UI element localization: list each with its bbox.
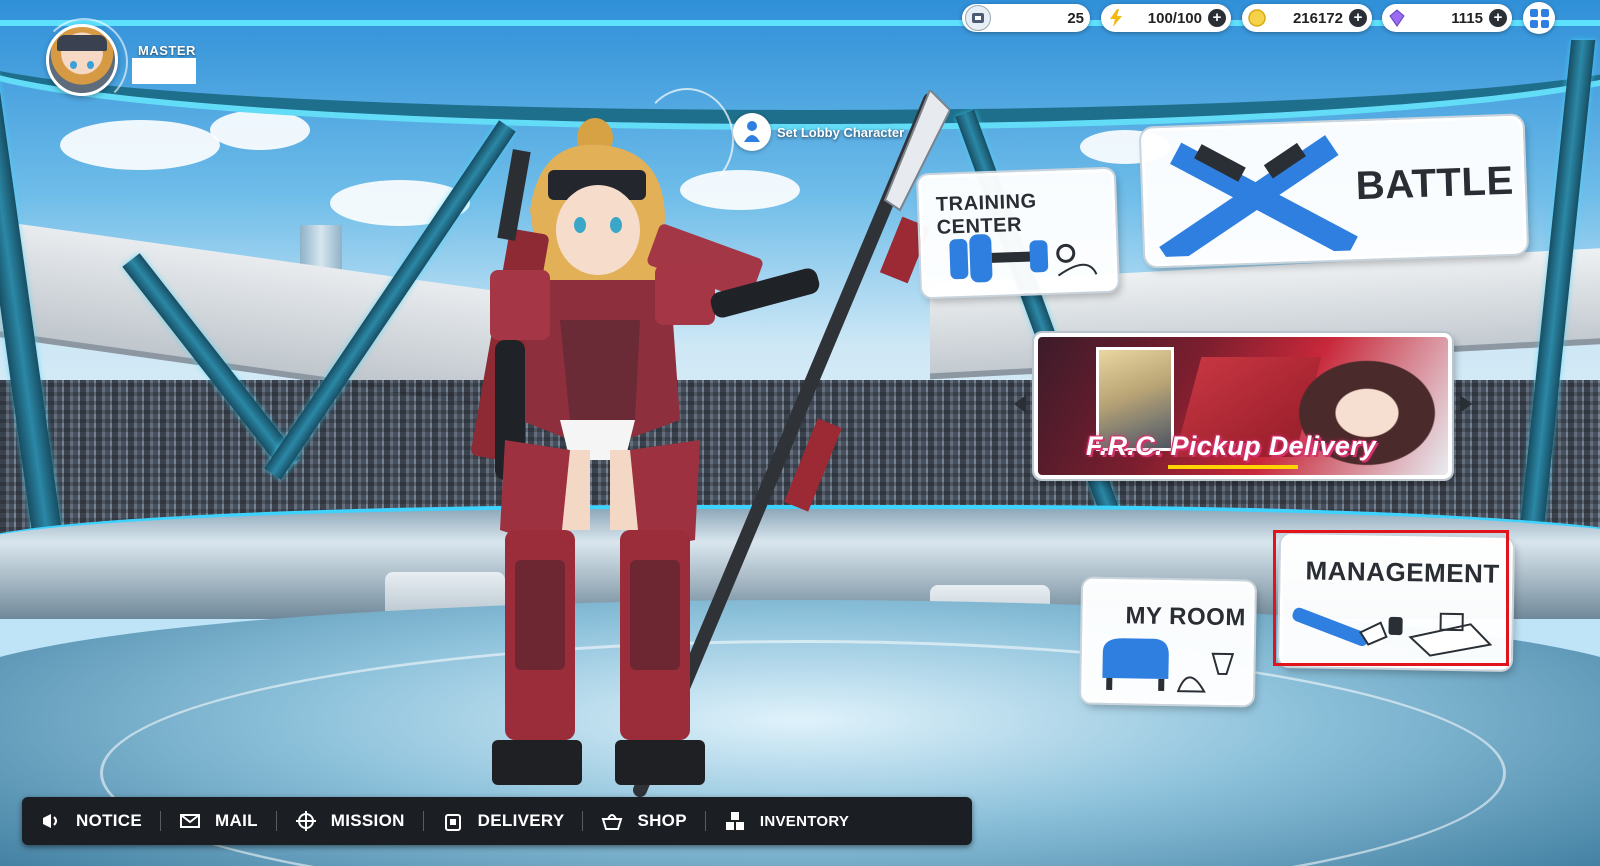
envelope-icon (179, 810, 201, 832)
stamina-plus-button[interactable]: + (1208, 9, 1226, 27)
megaphone-icon (40, 810, 62, 832)
player-title: MASTER (138, 43, 196, 58)
banner-title: F.R.C. Pickup Delivery (1086, 431, 1377, 461)
crosshair-icon (295, 810, 317, 832)
package-icon (442, 810, 464, 832)
nav-notice[interactable]: NOTICE (22, 797, 160, 845)
my-room-button[interactable]: MY ROOM (1080, 578, 1256, 706)
nav-mission[interactable]: MISSION (277, 797, 423, 845)
nav-delivery-label: DELIVERY (477, 811, 565, 830)
nav-mission-label: MISSION (330, 811, 405, 830)
person-icon (733, 113, 771, 151)
set-lobby-character-button[interactable]: Set Lobby Character (733, 113, 904, 151)
avatar-eye (70, 61, 77, 69)
nav-mail-label: MAIL (215, 811, 258, 830)
basket-icon (601, 810, 623, 832)
training-center-button[interactable]: TRAINING CENTER (917, 168, 1119, 298)
ticket-value: 25 (1067, 9, 1084, 27)
banner-progress-bar (1168, 465, 1298, 469)
nav-inventory-label: INVENTORY (759, 812, 850, 830)
lobby-character[interactable] (430, 90, 950, 810)
lobby-arc (640, 88, 734, 192)
gem-icon (1385, 6, 1409, 30)
cloud (210, 110, 310, 150)
currency-gems[interactable]: 1115 + (1382, 4, 1512, 32)
banner-next-arrow[interactable] (1460, 395, 1472, 413)
currency-ticket[interactable]: 25 (962, 4, 1090, 32)
my-room-label: MY ROOM (1125, 602, 1247, 632)
dumbbell-icon (949, 234, 1098, 283)
battle-label: BATTLE (1355, 158, 1515, 209)
coins-plus-button[interactable]: + (1349, 9, 1367, 27)
coins-value: 216172 (1292, 9, 1343, 27)
ticket-icon (965, 5, 991, 31)
player-name (132, 58, 196, 84)
bottom-nav-bar: NOTICE MAIL MISSION DELIVERY SHOP INVENT… (22, 797, 972, 845)
nav-shop-label: SHOP (637, 811, 687, 830)
gems-plus-button[interactable]: + (1489, 9, 1507, 27)
nav-inventory[interactable]: INVENTORY (706, 797, 867, 845)
grid-menu-icon (1529, 8, 1549, 28)
crossed-swords-icon (1159, 135, 1358, 258)
nav-notice-label: NOTICE (76, 811, 143, 830)
pickup-banner[interactable]: F.R.C. Pickup Delivery (1034, 333, 1452, 479)
nav-delivery[interactable]: DELIVERY (424, 797, 583, 845)
avatar-eye (87, 61, 94, 69)
battle-button[interactable]: BATTLE (1140, 115, 1528, 267)
main-menu-button[interactable] (1523, 2, 1555, 34)
nav-shop[interactable]: SHOP (583, 797, 704, 845)
stamina-value: 100/100 (1147, 9, 1202, 27)
lightning-icon (1104, 6, 1128, 30)
gems-value: 1115 (1451, 9, 1483, 27)
armchair-icon (1102, 638, 1235, 693)
boxes-icon (724, 810, 746, 832)
avatar-visor (57, 35, 107, 51)
player-avatar[interactable] (46, 24, 118, 96)
selection-highlight (1273, 530, 1509, 666)
coin-icon (1245, 6, 1269, 30)
cloud (60, 120, 220, 170)
currency-stamina[interactable]: 100/100 + (1101, 4, 1231, 32)
currency-coins[interactable]: 216172 + (1242, 4, 1372, 32)
nav-mail[interactable]: MAIL (161, 797, 276, 845)
banner-prev-arrow[interactable] (1014, 395, 1026, 413)
set-lobby-character-label: Set Lobby Character (777, 124, 905, 140)
